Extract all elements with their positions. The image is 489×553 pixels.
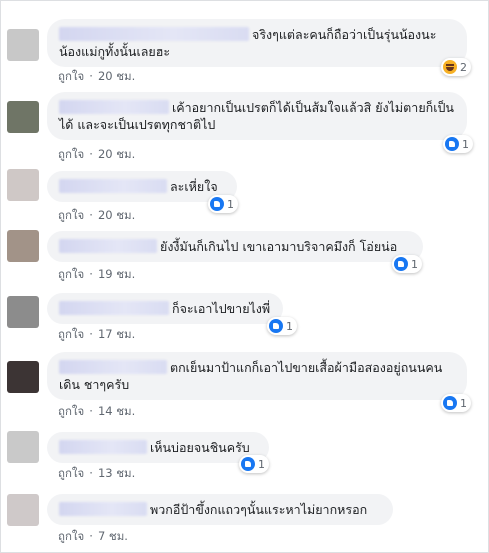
- comment-bubble: จริงๆแต่ละคนก็ถือว่าเป็นรุ่นน้องนะ น้องแ…: [47, 19, 467, 67]
- reaction-count: 1: [411, 257, 418, 271]
- like-icon: [210, 197, 224, 211]
- avatar[interactable]: [7, 101, 39, 133]
- commenter-name[interactable]: [59, 179, 167, 193]
- comment-meta: ถูกใจ · 19 ชม.: [58, 267, 136, 281]
- like-icon: [394, 257, 408, 271]
- reaction-badge[interactable]: 1: [239, 455, 269, 473]
- like-icon: [445, 137, 459, 151]
- comment-time[interactable]: 13 ชม.: [98, 466, 135, 480]
- comment-meta: ถูกใจ · 7 ชม.: [58, 529, 128, 543]
- avatar[interactable]: [7, 169, 39, 201]
- reaction-badge[interactable]: 1: [208, 195, 238, 213]
- comment-time[interactable]: 20 ชม.: [98, 69, 135, 83]
- comment-bubble: เห็นบ่อยจนชินครับ: [47, 432, 269, 463]
- commenter-name[interactable]: [59, 27, 249, 41]
- commenter-name[interactable]: [59, 301, 169, 315]
- reaction-badge[interactable]: 1: [443, 135, 473, 153]
- comment-time[interactable]: 20 ชม.: [98, 208, 135, 222]
- reaction-count: 1: [258, 457, 265, 471]
- commenter-name[interactable]: [59, 239, 157, 253]
- reaction-count: 2: [460, 60, 467, 74]
- reaction-count: 1: [460, 396, 467, 410]
- haha-icon: [443, 60, 457, 74]
- commenter-name[interactable]: [59, 360, 167, 374]
- comment-time[interactable]: 7 ชม.: [98, 529, 128, 543]
- like-link[interactable]: ถูกใจ: [58, 69, 84, 83]
- avatar[interactable]: [7, 296, 39, 328]
- comment-bubble: เค้าอยากเป็นเปรตก็ได้เป็นส้มใจแล้วสิ ยัง…: [47, 92, 467, 140]
- like-link[interactable]: ถูกใจ: [58, 267, 84, 281]
- like-icon: [269, 319, 283, 333]
- comment-text: พวกอีป้าขึ้งกแถวๆนั้นแระหาไม่ยากหรอก: [150, 502, 368, 517]
- comment-meta: ถูกใจ · 20 ชม.: [58, 147, 136, 161]
- like-link[interactable]: ถูกใจ: [58, 466, 84, 480]
- reaction-badge[interactable]: 1: [392, 255, 422, 273]
- commenter-name[interactable]: [59, 502, 147, 516]
- reaction-badge[interactable]: 2: [441, 58, 471, 76]
- reaction-badge[interactable]: 1: [267, 317, 297, 335]
- comment-bubble: ก็จะเอาไปขายไงพี่: [47, 293, 283, 324]
- comment-time[interactable]: 14 ชม.: [98, 404, 135, 418]
- comment-text: ยังงี้มันก็เกินไป เขาเอามาบริจาคมึงก็ โอ…: [160, 239, 398, 254]
- comment-meta: ถูกใจ · 17 ชม.: [58, 327, 136, 341]
- comment-bubble: พวกอีป้าขึ้งกแถวๆนั้นแระหาไม่ยากหรอก: [47, 494, 393, 525]
- commenter-name[interactable]: [59, 100, 169, 114]
- like-link[interactable]: ถูกใจ: [58, 404, 84, 418]
- like-icon: [443, 396, 457, 410]
- comment-time[interactable]: 19 ชม.: [98, 267, 135, 281]
- reaction-count: 1: [227, 197, 234, 211]
- like-link[interactable]: ถูกใจ: [58, 147, 84, 161]
- comment-text: เห็นบ่อยจนชินครับ: [150, 440, 250, 455]
- comment-meta: ถูกใจ · 20 ชม.: [58, 208, 136, 222]
- reaction-badge[interactable]: 1: [441, 394, 471, 412]
- comment-bubble: ยังงี้มันก็เกินไป เขาเอามาบริจาคมึงก็ โอ…: [47, 231, 423, 262]
- comment-bubble: ละเหี่ยใจ: [47, 171, 237, 202]
- comment-bubble: ตกเย็นมาป้าแกก็เอาไปขายเสื้อผ้ามือสองอยู…: [47, 352, 467, 400]
- avatar[interactable]: [7, 230, 39, 262]
- avatar[interactable]: [7, 361, 39, 393]
- avatar[interactable]: [7, 431, 39, 463]
- avatar[interactable]: [7, 29, 39, 61]
- like-link[interactable]: ถูกใจ: [58, 327, 84, 341]
- like-link[interactable]: ถูกใจ: [58, 208, 84, 222]
- comment-meta: ถูกใจ · 14 ชม.: [58, 404, 136, 418]
- comment-meta: ถูกใจ · 20 ชม.: [58, 69, 136, 83]
- comment-meta: ถูกใจ · 13 ชม.: [58, 466, 136, 480]
- commenter-name[interactable]: [59, 440, 147, 454]
- comment-time[interactable]: 20 ชม.: [98, 147, 135, 161]
- comment-thread: จริงๆแต่ละคนก็ถือว่าเป็นรุ่นน้องนะ น้องแ…: [0, 0, 489, 553]
- comment-text: ก็จะเอาไปขายไงพี่: [172, 301, 271, 316]
- like-link[interactable]: ถูกใจ: [58, 529, 84, 543]
- like-icon: [241, 457, 255, 471]
- reaction-count: 1: [462, 137, 469, 151]
- comment-time[interactable]: 17 ชม.: [98, 327, 135, 341]
- comment-text: ละเหี่ยใจ: [170, 179, 218, 194]
- reaction-count: 1: [286, 319, 293, 333]
- avatar[interactable]: [7, 494, 39, 526]
